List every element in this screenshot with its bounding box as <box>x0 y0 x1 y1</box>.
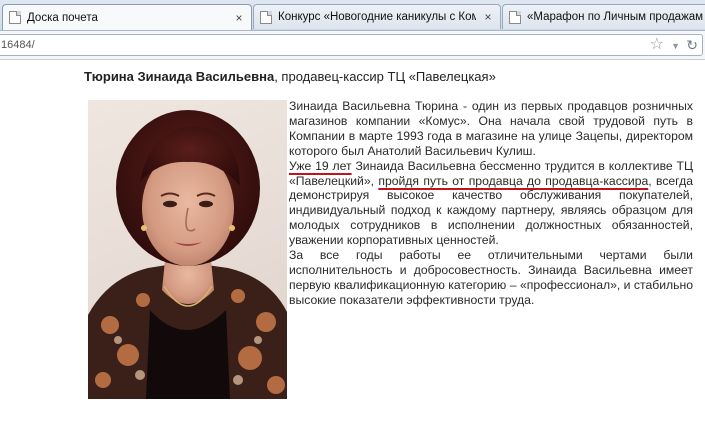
close-icon[interactable]: × <box>233 12 245 24</box>
page-title: Тюрина Зинаида Васильевна, продавец-касс… <box>84 69 496 84</box>
page-icon <box>260 10 272 24</box>
url-text[interactable]: 16484/ <box>1 39 35 51</box>
employee-name: Тюрина Зинаида Васильевна <box>84 69 275 84</box>
story-paragraph: Зинаида Васильевна Тюрина - один из перв… <box>289 99 693 158</box>
chevron-down-icon[interactable]: ▼ <box>671 38 680 54</box>
tab-honor-board[interactable]: Доска почета × <box>2 4 252 30</box>
star-icon[interactable]: ☆ <box>650 36 664 54</box>
tab-strip: Доска почета × Конкурс «Новогодние каник… <box>0 0 705 31</box>
story-paragraph: Уже 19 лет Зинаида Васильевна бессменно … <box>289 159 693 248</box>
tab-marathon[interactable]: «Марафон по Личным продажам - 2 <box>502 4 705 29</box>
browser-toolbar: 16484/ ☆ ▼ ↻ <box>0 31 705 60</box>
page-icon <box>9 11 21 24</box>
tab-title: «Марафон по Личным продажам - 2 <box>527 11 705 23</box>
portrait-image <box>88 110 287 399</box>
employee-story: Зинаида Васильевна Тюрина - один из перв… <box>289 99 693 308</box>
page-icon <box>509 10 521 24</box>
address-bar[interactable]: 16484/ ☆ ▼ ↻ <box>0 34 703 56</box>
tab-title: Доска почета <box>27 11 98 24</box>
employee-photo <box>88 100 287 399</box>
employee-position: , продавец-кассир ТЦ «Павелецкая» <box>274 69 496 84</box>
story-paragraph: За все годы работы ее отличительными чер… <box>289 248 693 307</box>
tab-contest[interactable]: Конкурс «Новогодние каникулы с Ком × <box>253 4 501 29</box>
close-icon[interactable]: × <box>482 11 494 23</box>
page-content: Тюрина Зинаида Васильевна, продавец-касс… <box>0 60 705 425</box>
highlighted-career-path: пройдя путь от продавца до продавца-касс… <box>378 173 649 188</box>
reload-icon[interactable]: ↻ <box>686 36 698 54</box>
highlighted-years: Уже 19 лет <box>289 158 352 173</box>
tab-title: Конкурс «Новогодние каникулы с Ком <box>278 11 476 23</box>
